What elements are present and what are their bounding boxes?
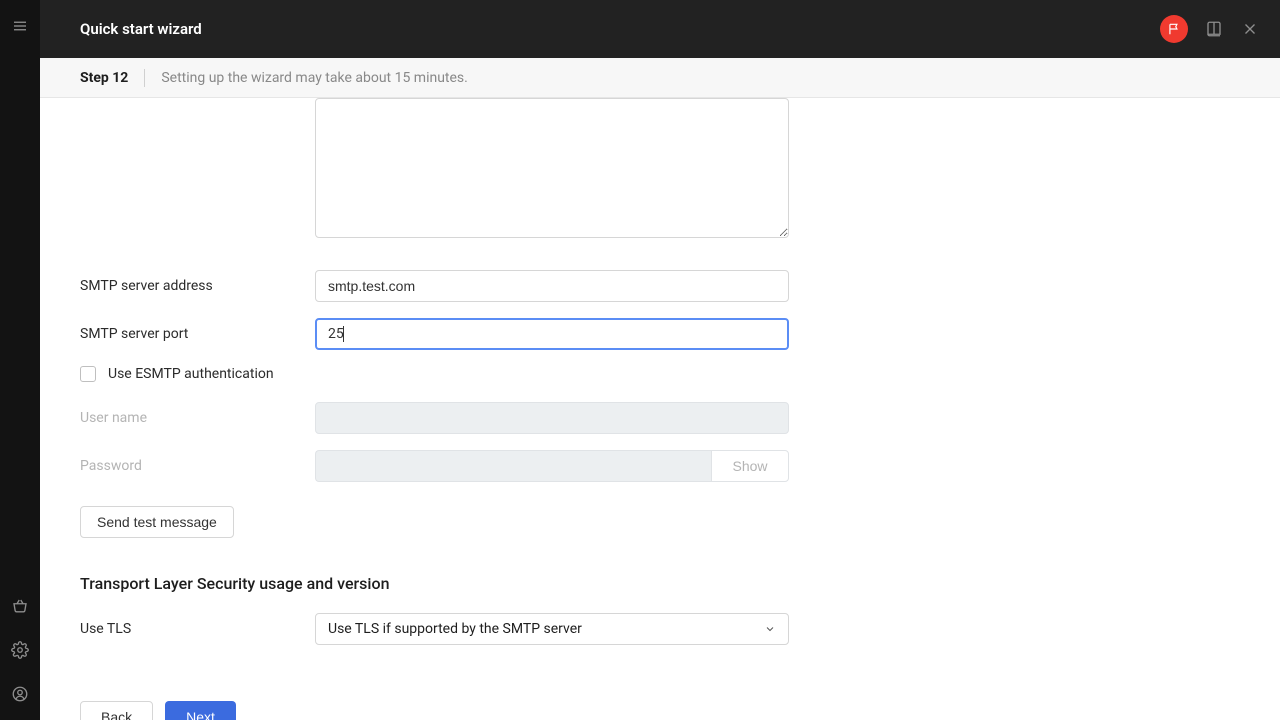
message-textarea[interactable] xyxy=(315,98,789,238)
step-hint: Setting up the wizard may take about 15 … xyxy=(161,70,468,86)
page-title: Quick start wizard xyxy=(80,20,202,38)
next-button[interactable]: Next xyxy=(165,701,236,720)
sidebar xyxy=(0,0,40,720)
username-label: User name xyxy=(80,410,315,426)
topbar: Quick start wizard xyxy=(40,0,1280,58)
use-tls-label: Use TLS xyxy=(80,621,315,637)
use-tls-value: Use TLS if supported by the SMTP server xyxy=(328,621,582,637)
smtp-address-input[interactable] xyxy=(315,270,789,302)
username-input xyxy=(315,402,789,434)
esmtp-checkbox[interactable] xyxy=(80,366,96,382)
use-tls-select[interactable]: Use TLS if supported by the SMTP server xyxy=(315,613,789,645)
bookmark-icon[interactable] xyxy=(1204,19,1224,39)
password-label: Password xyxy=(80,458,315,474)
basket-icon[interactable] xyxy=(8,594,32,618)
menu-icon[interactable] xyxy=(8,14,32,38)
show-password-button: Show xyxy=(711,450,789,482)
chevron-down-icon xyxy=(764,623,776,635)
smtp-address-label: SMTP server address xyxy=(80,278,315,294)
smtp-port-label: SMTP server port xyxy=(80,326,315,342)
tls-section-title: Transport Layer Security usage and versi… xyxy=(80,574,830,593)
text-caret xyxy=(343,326,344,342)
account-icon[interactable] xyxy=(8,682,32,706)
smtp-port-input[interactable]: 25 xyxy=(315,318,789,350)
content-area: SMTP server address SMTP server port 25 … xyxy=(40,98,1280,720)
back-button[interactable]: Back xyxy=(80,701,153,720)
step-label: Step 12 xyxy=(80,70,128,86)
flag-button[interactable] xyxy=(1160,15,1188,43)
esmtp-label: Use ESMTP authentication xyxy=(108,366,274,382)
step-divider xyxy=(144,69,145,87)
close-icon[interactable] xyxy=(1240,19,1260,39)
password-input xyxy=(315,450,711,482)
send-test-button[interactable]: Send test message xyxy=(80,506,234,538)
gear-icon[interactable] xyxy=(8,638,32,662)
step-bar: Step 12 Setting up the wizard may take a… xyxy=(40,58,1280,98)
